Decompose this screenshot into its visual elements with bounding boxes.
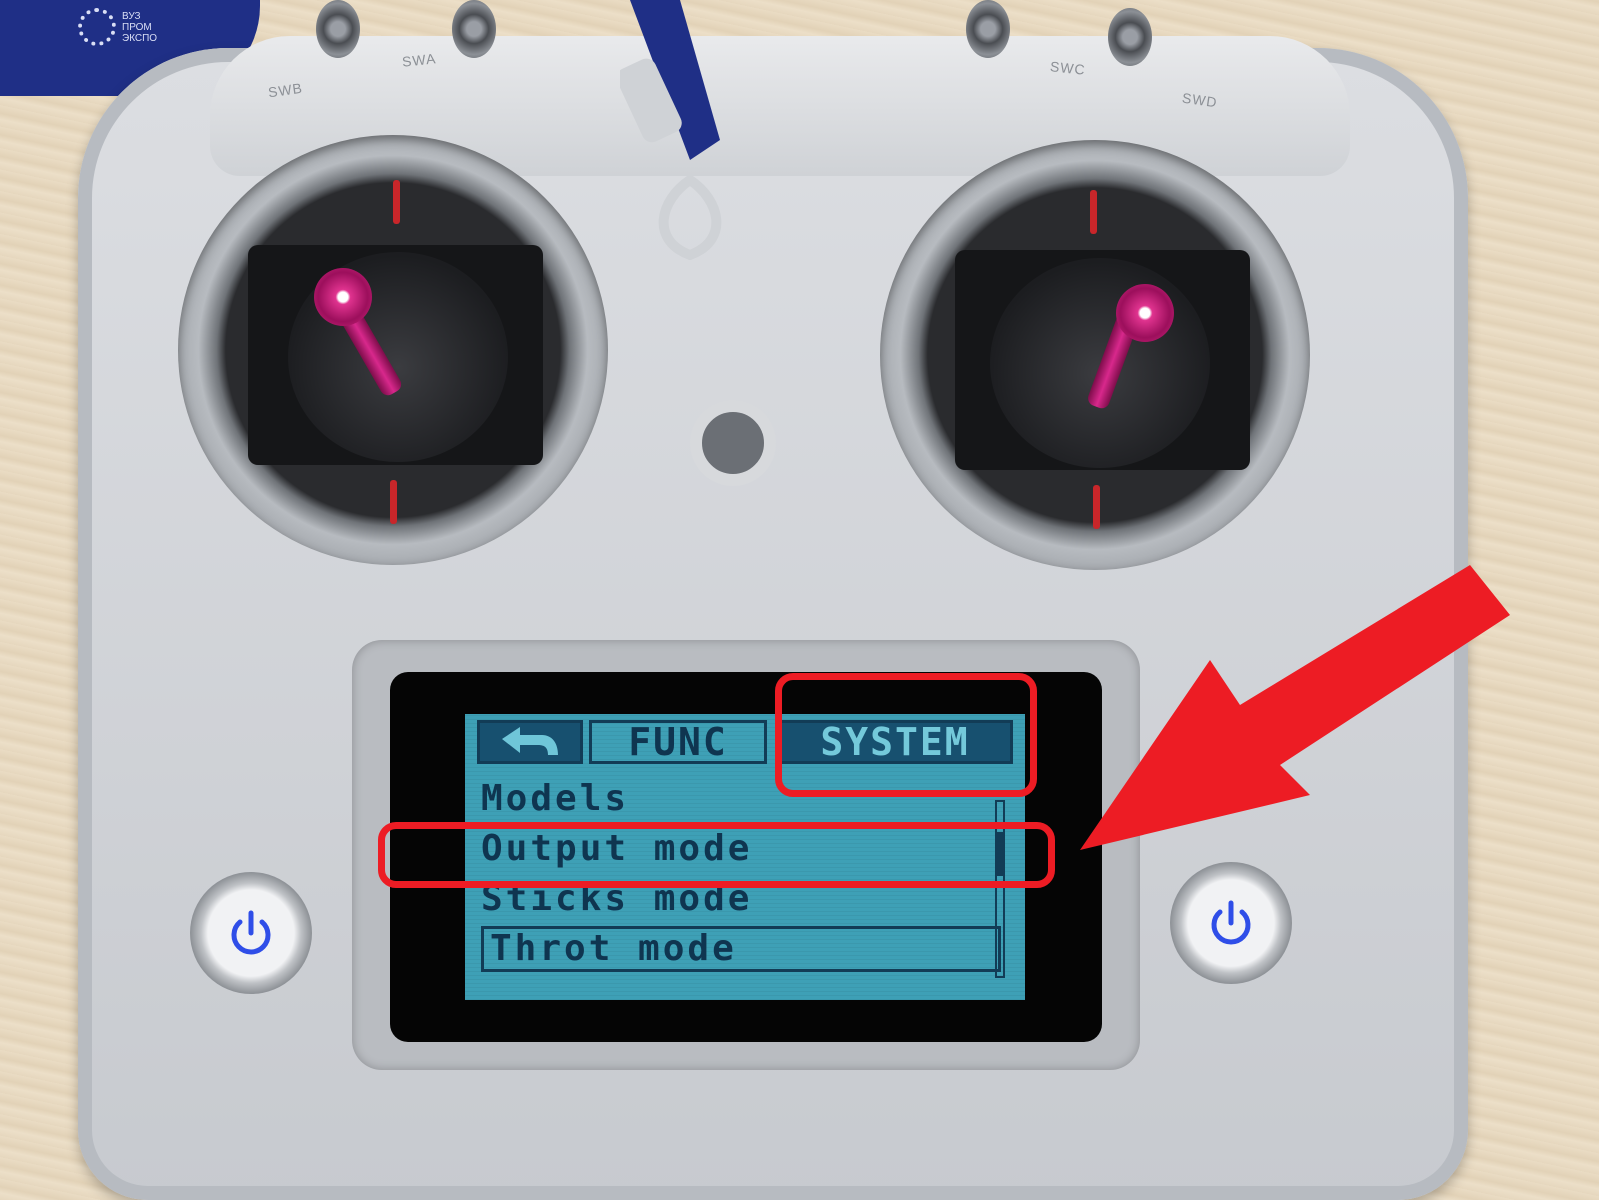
gear-logo-icon — [78, 8, 116, 46]
left-stick-knob[interactable] — [314, 268, 372, 326]
left-gimbal-bottom-mark — [390, 480, 397, 524]
right-power-button[interactable] — [1170, 862, 1292, 984]
vuz-prom-expo-logo: ВУЗ ПРОМ ЭКСПО — [78, 8, 157, 46]
right-gimbal-bottom-mark — [1093, 485, 1100, 529]
power-icon — [1211, 900, 1251, 945]
highlight-system-tab — [775, 673, 1037, 797]
toggle-switch-swa[interactable] — [452, 0, 496, 58]
right-stick-knob[interactable] — [1116, 284, 1174, 342]
left-power-button[interactable] — [190, 872, 312, 994]
power-icon — [231, 910, 271, 955]
toggle-switch-swd[interactable] — [1108, 8, 1152, 66]
toggle-switch-swc[interactable] — [966, 0, 1010, 58]
lanyard-clip-ring — [690, 400, 776, 486]
toggle-switch-swb[interactable] — [316, 0, 360, 58]
tab-back[interactable] — [477, 720, 583, 764]
red-arrow-annotation — [1080, 565, 1510, 850]
highlight-output-mode — [378, 822, 1055, 888]
back-arrow-icon — [502, 727, 558, 755]
right-gimbal-top-mark — [1090, 190, 1097, 234]
lanyard-cord — [620, 0, 722, 260]
left-gimbal-top-mark — [393, 180, 400, 224]
tab-func[interactable]: FUNC — [589, 720, 767, 764]
logo-text: ВУЗ ПРОМ ЭКСПО — [122, 10, 158, 44]
menu-item-throt-mode[interactable]: Throt mode — [481, 926, 1001, 972]
